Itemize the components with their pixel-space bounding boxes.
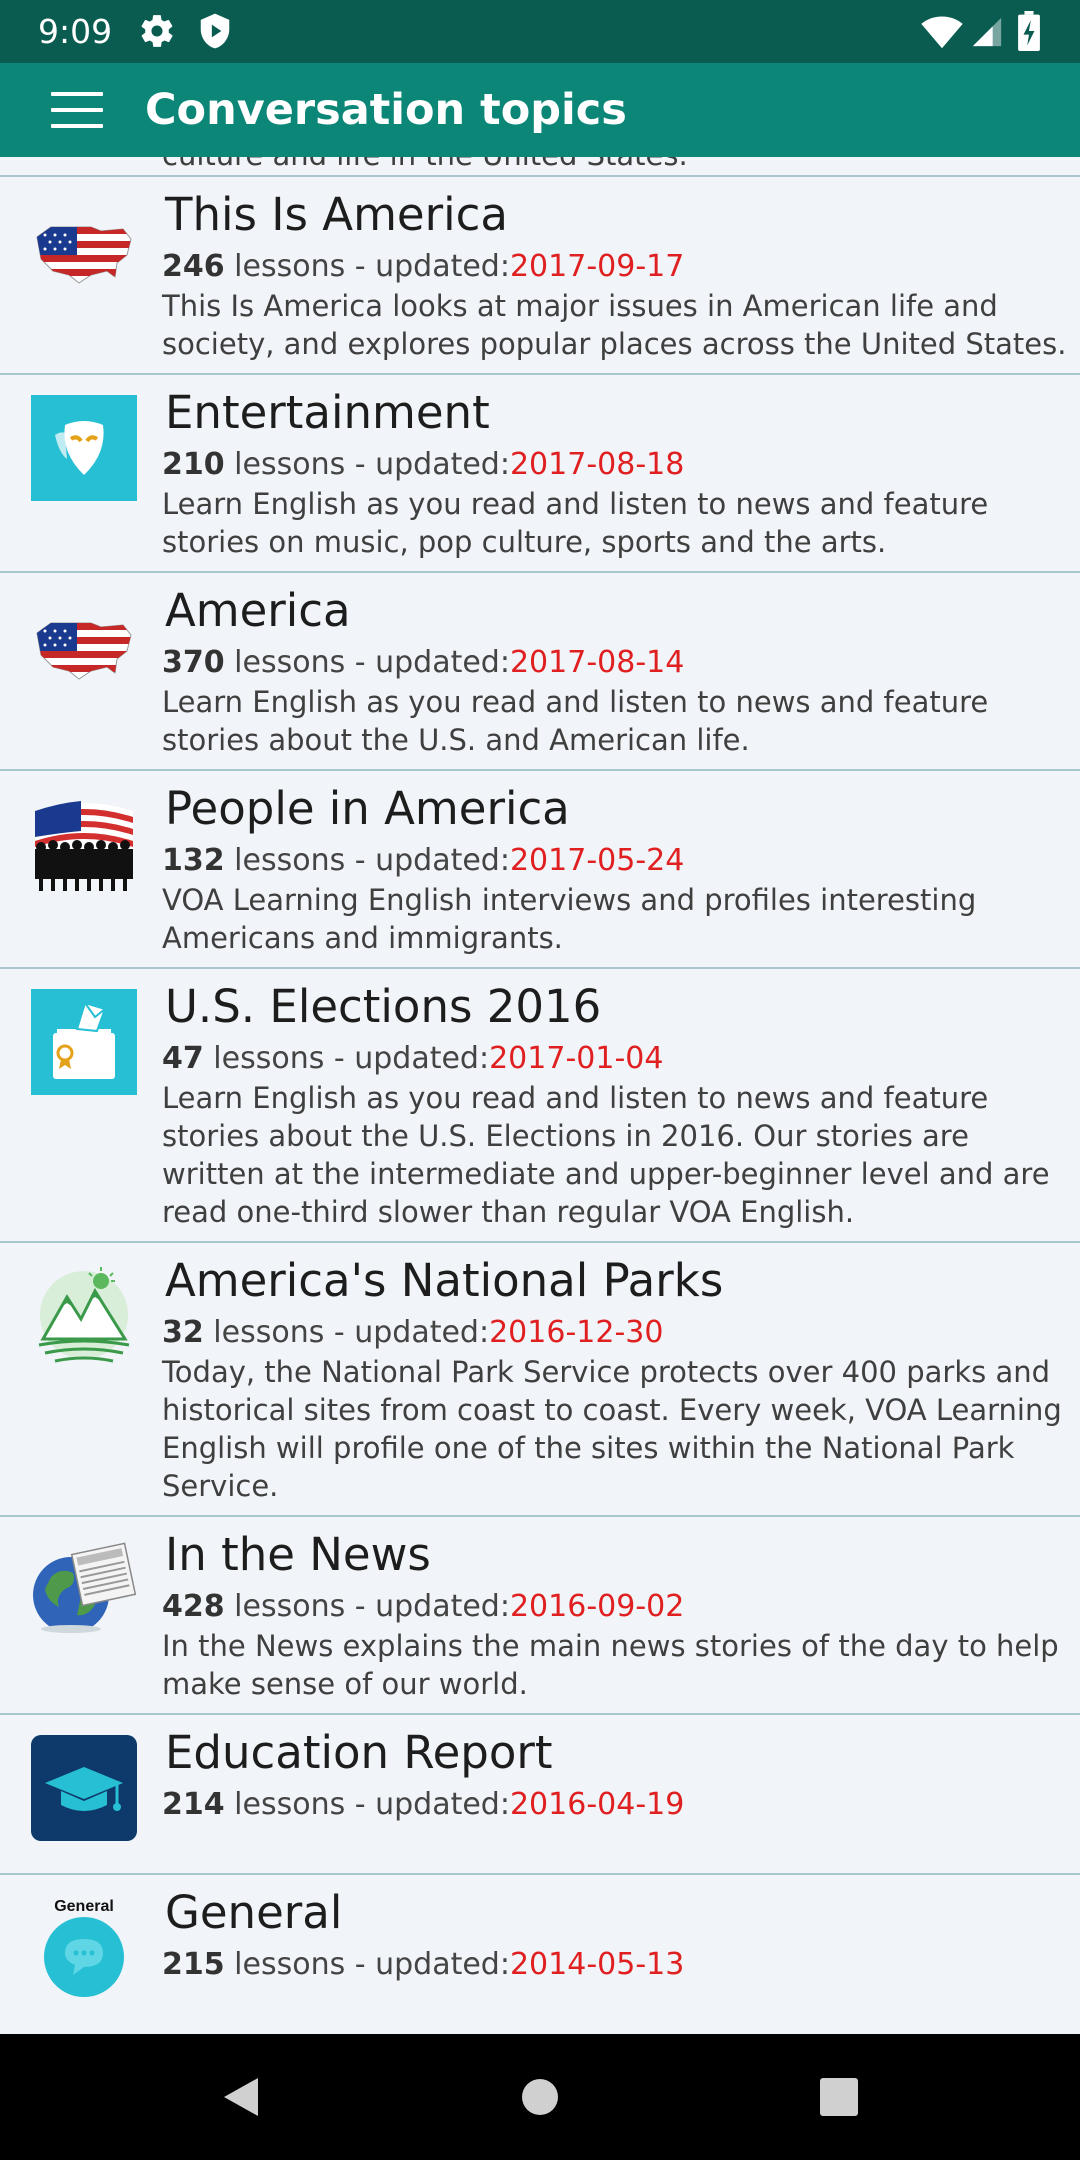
menu-icon[interactable]: [44, 88, 106, 132]
topic-title: America: [165, 584, 351, 637]
status-time: 9:09: [38, 12, 113, 51]
topic-title: U.S. Elections 2016: [165, 980, 602, 1033]
topic-description: This Is America looks at major issues in…: [162, 289, 1067, 361]
updated-date: 2017-08-14: [509, 645, 685, 680]
graduation-cap-icon: [31, 1735, 137, 1841]
icon-label: General: [54, 1898, 114, 1915]
lesson-count: 32: [162, 1315, 204, 1350]
topic-title: People in America: [165, 782, 570, 835]
topic-title: America's National Parks: [165, 1254, 724, 1307]
updated-date: 2016-04-19: [509, 1787, 685, 1822]
topic-list[interactable]: culture and life in the United States. T…: [0, 157, 1080, 2034]
topic-meta: 370 lessons - updated:2017-08-14: [162, 643, 684, 683]
topic-item-entertainment[interactable]: Entertainment 210 lessons - updated:2017…: [0, 375, 1080, 573]
meta-label: lessons - updated:: [224, 645, 510, 680]
status-bar: 9:09: [0, 0, 1080, 63]
back-icon[interactable]: [216, 2072, 266, 2122]
meta-label: lessons - updated:: [224, 843, 510, 878]
globe-newspaper-icon: [33, 1542, 137, 1633]
chat-bubble-icon: General: [44, 1898, 124, 1997]
topic-title: General: [165, 1886, 343, 1939]
updated-date: 2017-01-04: [489, 1041, 664, 1076]
topic-item-general[interactable]: General General 215 lessons - updated:20…: [0, 1875, 1080, 2034]
topic-description: VOA Learning English interviews and prof…: [162, 883, 977, 955]
us-map-flag-icon: [36, 622, 132, 680]
updated-date: 2014-05-13: [509, 1947, 685, 1982]
lesson-count: 370: [162, 645, 225, 680]
app-bar: Conversation topics: [0, 63, 1080, 157]
us-map-flag-icon: [36, 226, 132, 284]
updated-date: 2016-12-30: [489, 1315, 664, 1350]
topic-meta: 32 lessons - updated:2016-12-30: [162, 1313, 663, 1353]
meta-label: lessons - updated:: [224, 1589, 510, 1624]
theater-mask-icon: [31, 395, 137, 501]
topic-item-america[interactable]: America 370 lessons - updated:2017-08-14…: [0, 573, 1080, 771]
topic-meta: 132 lessons - updated:2017-05-24: [162, 841, 684, 881]
wifi-icon: [921, 16, 963, 49]
meta-label: lessons - updated:: [224, 447, 510, 482]
meta-label: lessons - updated:: [203, 1041, 490, 1076]
navigation-bar: [0, 2034, 1080, 2160]
topic-meta: 428 lessons - updated:2016-09-02: [162, 1587, 684, 1627]
topic-item-education-report[interactable]: Education Report 214 lessons - updated:2…: [0, 1715, 1080, 1875]
updated-date: 2016-09-02: [509, 1589, 685, 1624]
topic-item-americas-national-parks[interactable]: America's National Parks 32 lessons - up…: [0, 1243, 1080, 1517]
recents-icon[interactable]: [814, 2072, 864, 2122]
lesson-count: 210: [162, 447, 225, 482]
topic-meta: 210 lessons - updated:2017-08-18: [162, 445, 684, 485]
home-icon[interactable]: [515, 2072, 565, 2122]
updated-date: 2017-08-18: [509, 447, 685, 482]
meta-label: lessons - updated:: [224, 1787, 510, 1822]
topic-meta: 246 lessons - updated:2017-09-17: [162, 247, 684, 287]
topic-title: Education Report: [165, 1726, 553, 1779]
meta-label: lessons - updated:: [224, 249, 510, 284]
signal-icon: [972, 17, 1002, 47]
lesson-count: 47: [162, 1041, 204, 1076]
topic-meta: 47 lessons - updated:2017-01-04: [162, 1039, 663, 1079]
mountains-icon: [38, 1267, 130, 1363]
topic-item-this-is-america[interactable]: This Is America 246 lessons - updated:20…: [0, 177, 1080, 375]
page-title: Conversation topics: [145, 85, 627, 135]
topic-item-people-in-america[interactable]: People in America 132 lessons - updated:…: [0, 771, 1080, 969]
meta-label: lessons - updated:: [224, 1947, 510, 1982]
topic-title: Entertainment: [165, 386, 490, 439]
topic-description: Learn English as you read and listen to …: [162, 685, 989, 757]
topic-item-us-elections-2016[interactable]: U.S. Elections 2016 47 lessons - updated…: [0, 969, 1080, 1243]
topic-description: Learn English as you read and listen to …: [162, 1081, 1050, 1229]
topic-meta: 215 lessons - updated:2014-05-13: [162, 1945, 684, 1985]
topic-title: In the News: [165, 1528, 431, 1581]
lesson-count: 215: [162, 1947, 225, 1982]
topic-meta: 214 lessons - updated:2016-04-19: [162, 1785, 684, 1825]
lesson-count: 132: [162, 843, 225, 878]
topic-description: In the News explains the main news stori…: [162, 1629, 1059, 1701]
topic-description: Today, the National Park Service protect…: [162, 1355, 1062, 1503]
updated-date: 2017-09-17: [509, 249, 685, 284]
gear-icon: [141, 15, 173, 47]
updated-date: 2017-05-24: [509, 843, 685, 878]
flag-crowd-icon: [35, 801, 133, 891]
lesson-count: 246: [162, 249, 225, 284]
lesson-count: 428: [162, 1589, 225, 1624]
clipped-previous-description: culture and life in the United States.: [162, 157, 688, 175]
battery-icon: [1018, 11, 1040, 51]
topic-title: This Is America: [165, 188, 508, 241]
lesson-count: 214: [162, 1787, 225, 1822]
topic-description: Learn English as you read and listen to …: [162, 487, 989, 559]
shield-icon: [200, 13, 230, 49]
topic-item-in-the-news[interactable]: In the News 428 lessons - updated:2016-0…: [0, 1517, 1080, 1715]
ballot-box-icon: [31, 989, 137, 1095]
meta-label: lessons - updated:: [203, 1315, 490, 1350]
